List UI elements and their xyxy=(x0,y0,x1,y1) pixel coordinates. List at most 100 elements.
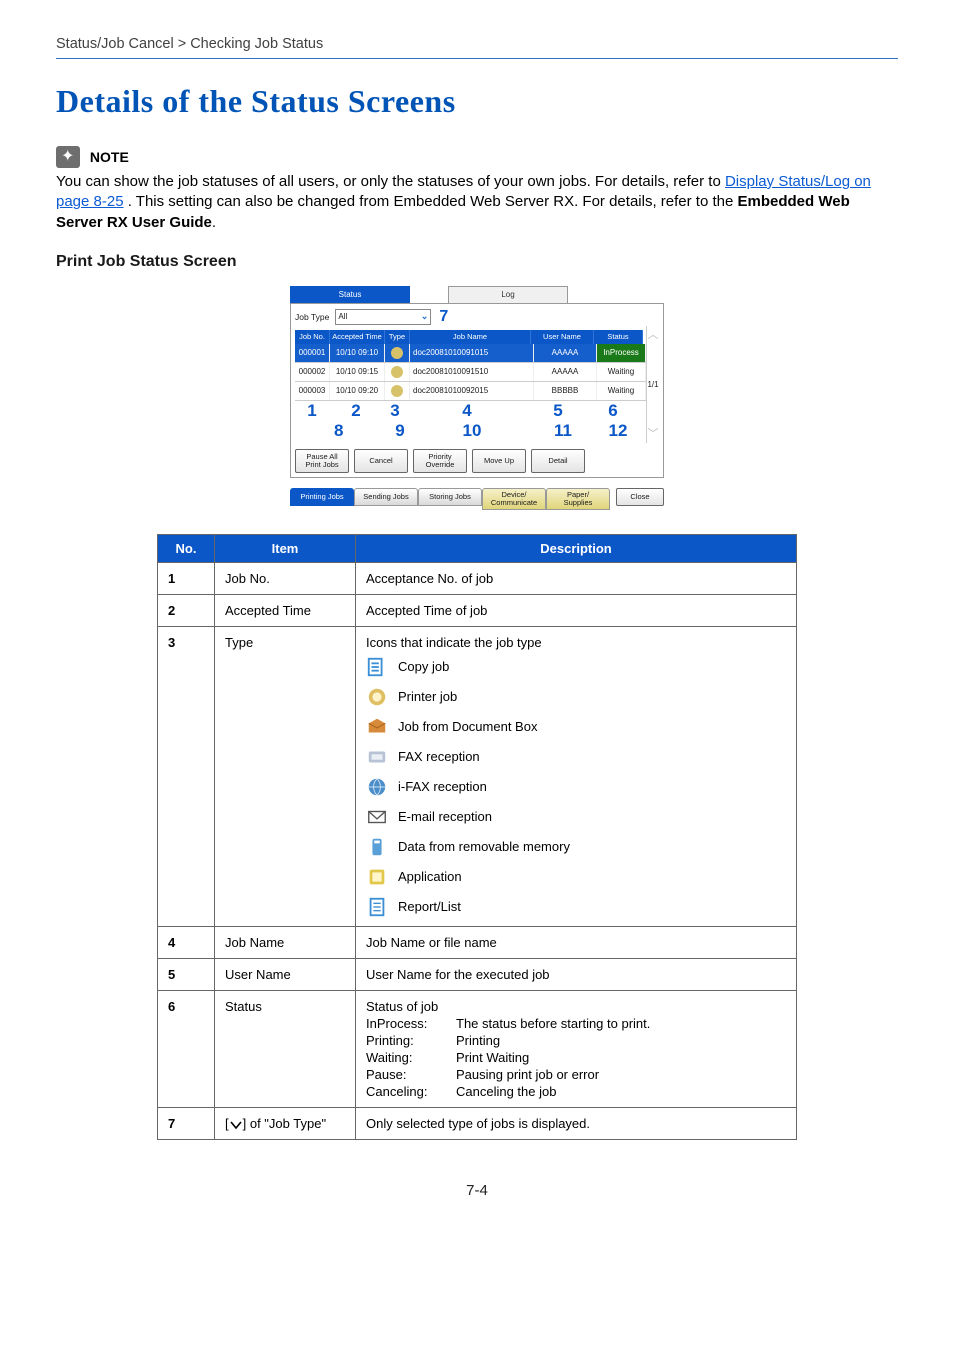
page-down-icon[interactable]: ﹀ xyxy=(648,425,659,443)
chevron-down-icon: ⌄ xyxy=(421,311,429,322)
cell-desc: Status of job InProcess:The status befor… xyxy=(356,990,797,1107)
note-label: NOTE xyxy=(90,149,129,165)
tab-status[interactable]: Status xyxy=(290,286,410,303)
table-row[interactable]: 000002 10/10 09:15 doc20081010091510 AAA… xyxy=(295,363,646,382)
application-icon xyxy=(366,866,388,888)
callout-5: 5 xyxy=(527,401,589,421)
callout-12: 12 xyxy=(594,421,642,441)
job-type-value: All xyxy=(338,312,347,321)
type-report: Report/List xyxy=(398,899,461,914)
cell-status: InProcess xyxy=(597,344,646,362)
type-ifax: i-FAX reception xyxy=(398,779,487,794)
fax-reception-icon xyxy=(366,746,388,768)
tab-log[interactable]: Log xyxy=(448,286,568,303)
document-box-icon xyxy=(366,716,388,738)
page-up-icon[interactable]: ︿ xyxy=(648,326,659,344)
def-waiting-v: Print Waiting xyxy=(456,1050,786,1065)
def-inprocess-v: The status before starting to print. xyxy=(456,1016,786,1031)
breadcrumb: Status/Job Cancel > Checking Job Status xyxy=(56,36,898,52)
tab-storing-jobs[interactable]: Storing Jobs xyxy=(418,488,482,506)
col-status[interactable]: Status xyxy=(594,330,643,344)
cell-no: 7 xyxy=(158,1107,215,1139)
move-up-button[interactable]: Move Up xyxy=(472,449,526,473)
def-pause-k: Pause: xyxy=(366,1067,456,1082)
type-fax: FAX reception xyxy=(398,749,480,764)
copy-job-icon xyxy=(366,656,388,678)
cell-time: 10/10 09:15 xyxy=(330,363,385,381)
description-table: No. Item Description 1 Job No. Acceptanc… xyxy=(157,534,797,1140)
note-trail: . xyxy=(212,214,216,231)
def-printing-k: Printing: xyxy=(366,1033,456,1048)
table-row: 7 [] of "Job Type" Only selected type of… xyxy=(158,1107,797,1139)
th-no: No. xyxy=(158,534,215,562)
cell-no: 5 xyxy=(158,958,215,990)
cell-desc: Job Name or file name xyxy=(356,926,797,958)
callout-8: 8 xyxy=(329,421,388,441)
type-email: E-mail reception xyxy=(398,809,492,824)
cancel-button[interactable]: Cancel xyxy=(354,449,408,473)
pager: ︿ 1/1 ﹀ xyxy=(646,326,659,443)
cell-no: 2 xyxy=(158,594,215,626)
col-jobname[interactable]: Job Name xyxy=(410,330,531,344)
status-screen-mock: Status Log Job Type All ⌄ 7 Job No. xyxy=(290,285,664,510)
cell-type xyxy=(385,382,410,400)
def-inprocess-k: InProcess: xyxy=(366,1016,456,1031)
cell-item: Job No. xyxy=(215,562,356,594)
type-printer: Printer job xyxy=(398,689,457,704)
tab-printing-jobs[interactable]: Printing Jobs xyxy=(290,488,354,506)
table-row[interactable]: 000001 10/10 09:10 doc20081010091015 AAA… xyxy=(295,344,646,363)
cell-type xyxy=(385,363,410,381)
col-accepted-time[interactable]: Accepted Time xyxy=(330,330,385,344)
tab-paper-supplies[interactable]: Paper/ Supplies xyxy=(546,488,610,510)
col-username[interactable]: User Name xyxy=(531,330,594,344)
cell-user: BBBBB xyxy=(534,382,597,400)
cell-item: Job Name xyxy=(215,926,356,958)
callout-9: 9 xyxy=(388,421,412,441)
printer-icon xyxy=(391,366,403,378)
cell-time: 10/10 09:20 xyxy=(330,382,385,400)
cell-no: 4 xyxy=(158,926,215,958)
tab-sending-jobs[interactable]: Sending Jobs xyxy=(354,488,418,506)
th-item: Item xyxy=(215,534,356,562)
report-list-icon xyxy=(366,896,388,918)
type-copy: Copy job xyxy=(398,659,449,674)
close-button[interactable]: Close xyxy=(616,488,664,506)
item7-suffix: ] of "Job Type" xyxy=(243,1116,326,1131)
chevron-down-icon xyxy=(229,1119,243,1134)
cell-item: User Name xyxy=(215,958,356,990)
col-jobno[interactable]: Job No. xyxy=(295,330,330,344)
priority-override-button[interactable]: Priority Override xyxy=(413,449,467,473)
email-reception-icon xyxy=(366,806,388,828)
table-row: 1 Job No. Acceptance No. of job xyxy=(158,562,797,594)
cell-name: doc20081010092015 xyxy=(410,382,534,400)
callout-empty xyxy=(295,421,329,441)
type-docbox: Job from Document Box xyxy=(398,719,537,734)
cell-desc: Acceptance No. of job xyxy=(356,562,797,594)
cell-type xyxy=(385,344,410,362)
pause-all-button[interactable]: Pause All Print Jobs xyxy=(295,449,349,473)
col-type[interactable]: Type xyxy=(385,330,410,344)
cell-no: 1 xyxy=(158,562,215,594)
table-row: 6 Status Status of job InProcess:The sta… xyxy=(158,990,797,1107)
cell-item: Status xyxy=(215,990,356,1107)
cell-item: Type xyxy=(215,626,356,926)
callout-2: 2 xyxy=(329,401,383,421)
cell-name: doc20081010091510 xyxy=(410,363,534,381)
tab-device-communicate[interactable]: Device/ Communicate xyxy=(482,488,546,510)
type-application: Application xyxy=(398,869,462,884)
cell-desc: Accepted Time of job xyxy=(356,594,797,626)
cell-jobno: 000001 xyxy=(295,344,330,362)
printer-job-icon xyxy=(366,686,388,708)
page-indicator: 1/1 xyxy=(647,380,658,389)
def-printing-v: Printing xyxy=(456,1033,786,1048)
detail-button[interactable]: Detail xyxy=(531,449,585,473)
callout-4: 4 xyxy=(407,401,527,421)
page-number: 7-4 xyxy=(56,1182,898,1199)
ifax-reception-icon xyxy=(366,776,388,798)
note-body: You can show the job statuses of all use… xyxy=(56,172,898,233)
cell-name: doc20081010091015 xyxy=(410,344,534,362)
cell-jobno: 000002 xyxy=(295,363,330,381)
def-cancel-v: Canceling the job xyxy=(456,1084,786,1099)
table-row[interactable]: 000003 10/10 09:20 doc20081010092015 BBB… xyxy=(295,382,646,401)
job-type-dropdown[interactable]: All ⌄ xyxy=(335,309,431,325)
